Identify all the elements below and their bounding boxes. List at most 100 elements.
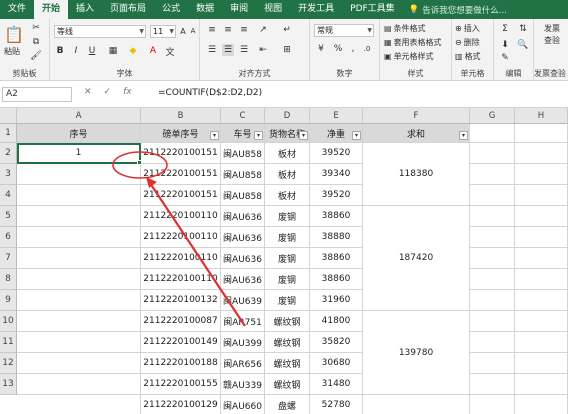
autosum-icon[interactable]: Σ [498,23,512,35]
delete-label: 删除 [463,38,480,47]
fill-icon[interactable]: ⬇ [498,39,512,51]
font-name-select[interactable]: 等线 ▼ [54,25,146,38]
tab-data[interactable]: 数据 [188,0,222,19]
tab-pdf-tools[interactable]: PDF工具集 [342,0,403,19]
annotation-circle [112,151,168,179]
font-size-select[interactable]: 11 ▼ [150,25,176,38]
insert-function-icon[interactable]: fx [123,87,132,97]
percent-button[interactable]: % [332,43,344,55]
conditional-format-icon: ▤ [384,24,392,33]
enter-icon[interactable]: ✓ [104,87,112,97]
tab-insert[interactable]: 插入 [68,0,102,19]
annotation-arrow [149,182,246,327]
font-group-label: 字体 [116,69,133,78]
format-as-table-button[interactable]: ▦ 套用表格格式 [384,37,442,48]
format-painter-icon[interactable]: 🖌 [29,50,43,62]
orientation-icon[interactable]: ↗ [256,24,270,36]
cell-styles-label: 单元格样式 [393,52,434,61]
invoice-group-label: 发票查验 [534,69,566,78]
insert-icon: ⊕ [455,24,462,33]
tell-me-box[interactable]: 💡 告诉我您想要做什么... [409,4,507,16]
name-box[interactable]: A2 [2,87,72,102]
tab-file[interactable]: 文件 [0,0,34,19]
tab-home[interactable]: 开始 [34,0,69,19]
phonetic-icon[interactable]: 文 [164,45,176,58]
number-label: 数字 [336,69,353,78]
paste-button[interactable]: 粘贴 [4,46,20,57]
increase-decimal-icon[interactable]: .0 [360,43,374,55]
font-size-value: 11 [153,27,164,36]
chevron-down-icon: ▼ [169,28,174,35]
currency-icon[interactable]: ¥ [314,43,328,55]
table-icon: ▦ [384,38,392,47]
clear-icon[interactable]: ✎ [498,53,512,63]
align-left-icon[interactable]: ☰ [206,44,218,56]
chevron-down-icon: ▼ [367,27,372,34]
invoice-check-button-line2[interactable]: 查验 [544,35,560,46]
cut-icon[interactable]: ✂ [29,22,43,34]
paste-icon[interactable]: 📋 [3,23,25,45]
font-name-value: 等线 [57,27,73,36]
number-group: 常规 ▼ ¥ % , .0 数字 [310,19,380,81]
conditional-format-button[interactable]: ▤ 条件格式 [384,23,426,34]
cell-styles-icon: ▣ [384,52,392,61]
underline-button[interactable]: U [86,45,98,57]
lightbulb-icon: 💡 [408,4,420,15]
cell-styles-button[interactable]: ▣ 单元格样式 [384,51,434,62]
align-center-icon[interactable]: ☰ [222,44,234,56]
conditional-format-label: 条件格式 [393,24,426,33]
format-label: 格式 [464,52,481,61]
italic-button[interactable]: I [70,45,82,57]
merge-center-icon[interactable]: ⊞ [280,44,294,56]
clipboard-label: 剪贴板 [12,69,37,78]
cancel-icon[interactable]: ✕ [84,87,92,97]
comma-button[interactable]: , [348,43,358,55]
tab-review[interactable]: 审阅 [222,0,256,19]
number-format-value: 常规 [317,26,333,35]
spreadsheet-grid: A B C D E F G H 1 2 3 4 5 6 7 8 9 10 11 12 13 序号 磅单序号 ▾ 车号 ▾ 货物名称 ▾… [0,108,568,414]
format-icon: ▥ [455,52,463,61]
copy-icon[interactable]: ⧉ [29,36,43,48]
bold-button[interactable]: B [54,45,66,57]
invoice-check-button-line1[interactable]: 发票 [544,23,560,34]
font-group: 等线 ▼ 11 ▼ A A B I U ▦ ◆ A 文 字体 [50,19,200,81]
delete-icon: ⊖ [455,38,462,47]
tell-me-text: 告诉我您想要做什么... [422,5,507,16]
editing-label: 编辑 [505,69,522,78]
font-color-icon[interactable]: A [146,45,160,57]
invoice-group: 发票 查验 发票查验 [534,19,568,81]
styles-group: ▤ 条件格式 ▦ 套用表格格式 ▣ 单元格样式 样式 [380,19,452,81]
ribbon-tab-bar: 文件 开始 插入 页面布局 公式 数据 审阅 视图 开发工具 PDF工具集 💡 … [0,0,568,19]
formula-input[interactable]: =COUNTIF(D$2:D2,D2) [158,87,262,100]
align-middle-icon[interactable]: ≡ [222,24,234,36]
border-icon[interactable]: ▦ [106,45,120,57]
wrap-text-icon[interactable]: ↵ [280,24,294,36]
ribbon: 📋 粘贴 ✂ ⧉ 🖌 剪贴板 等线 ▼ 11 ▼ A A B I U ▦ ◆ A 文… [0,19,568,81]
formula-bar: A2 ✕ ✓ fx =COUNTIF(D$2:D2,D2) [0,81,568,108]
tab-formulas[interactable]: 公式 [154,0,188,19]
tab-developer[interactable]: 开发工具 [290,0,342,19]
editing-group: Σ ⇅ ⬇ 🔍 ✎ 编辑 [494,19,534,81]
formula-bar-icons: ✕ ✓ fx [84,87,132,97]
fill-color-icon[interactable]: ◆ [126,45,140,57]
align-bottom-icon[interactable]: ≡ [238,24,250,36]
number-format-select[interactable]: 常规 ▼ [314,24,374,37]
delete-cells-button[interactable]: ⊖ 删除 [455,37,480,48]
alignment-label: 对齐方式 [238,69,271,78]
tab-page-layout[interactable]: 页面布局 [102,0,154,19]
format-cells-button[interactable]: ▥ 格式 [455,51,481,62]
clipboard-group: 📋 粘贴 ✂ ⧉ 🖌 剪贴板 [0,19,50,81]
tab-view[interactable]: 视图 [256,0,290,19]
shrink-font-icon[interactable]: A [188,25,198,37]
cells-label: 单元格 [460,69,485,78]
grow-font-icon[interactable]: A [178,25,188,37]
sort-filter-icon[interactable]: ⇅ [516,23,530,35]
insert-cells-button[interactable]: ⊕ 插入 [455,23,480,34]
align-right-icon[interactable]: ☰ [238,44,250,56]
cells-group: ⊕ 插入 ⊖ 删除 ▥ 格式 单元格 [452,19,494,81]
align-top-icon[interactable]: ≡ [206,24,218,36]
annotation-layer [112,151,246,327]
indent-icon[interactable]: ⇤ [256,44,270,56]
alignment-group: ≡ ≡ ≡ ↗ ↵ ☰ ☰ ☰ ⇤ ⊞ 对齐方式 [200,19,310,81]
find-select-icon[interactable]: 🔍 [516,39,530,51]
